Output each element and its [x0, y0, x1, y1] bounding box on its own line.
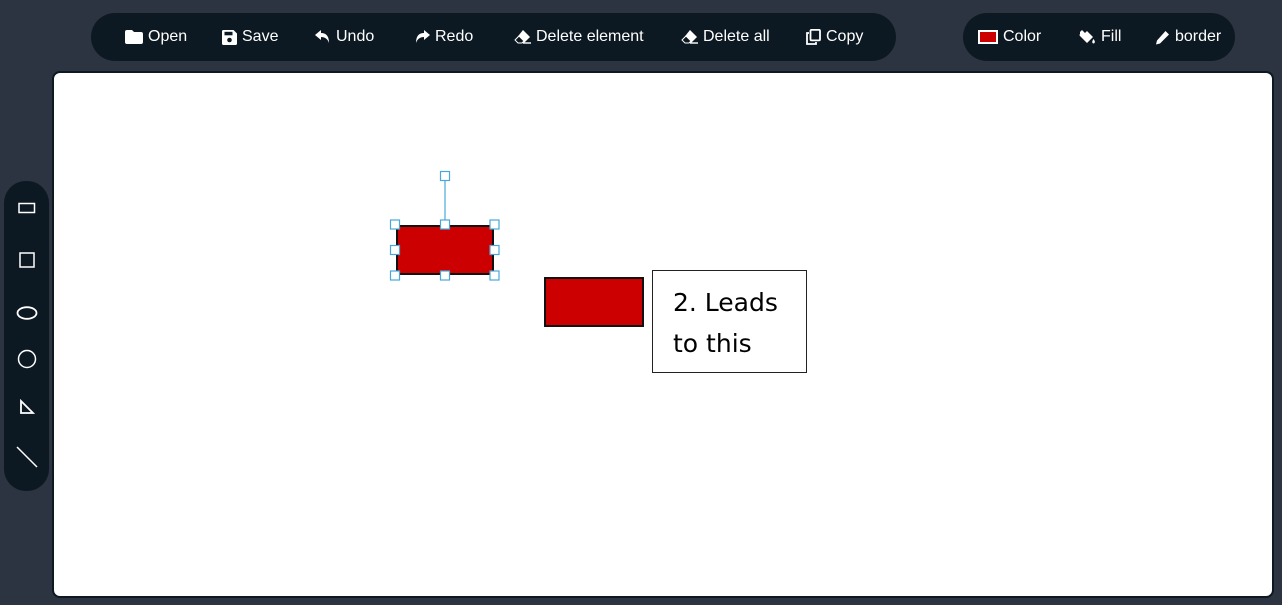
color-button-label: Color [1003, 28, 1042, 45]
redo-button[interactable]: Redo [414, 29, 473, 45]
folder-icon [125, 30, 143, 44]
border-button[interactable]: border [1155, 29, 1221, 45]
copy-button-label: Copy [826, 28, 864, 45]
ellipse-icon [16, 305, 38, 325]
redo-button-label: Redo [435, 28, 474, 45]
style-toolbar: Color Fill border [963, 13, 1235, 61]
open-button-label: Open [148, 28, 188, 45]
square-icon [18, 251, 35, 273]
copy-icon [806, 29, 821, 45]
shape-palette [4, 181, 49, 491]
pencil-icon [1155, 30, 1170, 45]
eraser-icon [514, 30, 531, 44]
undo-button-label: Undo [336, 28, 375, 45]
square-tool[interactable] [4, 244, 49, 280]
delete-element-button[interactable]: Delete element [514, 29, 644, 45]
save-button-label: Save [242, 28, 279, 45]
circle-tool[interactable] [4, 343, 49, 379]
line-icon [15, 445, 39, 474]
undo-button[interactable]: Undo [315, 29, 374, 45]
rectangle-tool[interactable] [4, 192, 49, 228]
delete-element-label: Delete element [536, 28, 644, 45]
color-swatch [978, 30, 998, 44]
delete-all-label: Delete all [703, 28, 770, 45]
undo-arrow-icon [315, 30, 331, 44]
copy-button[interactable]: Copy [806, 29, 863, 45]
border-button-label: border [1175, 28, 1222, 45]
redo-arrow-icon [414, 30, 430, 44]
fill-button[interactable]: Fill [1078, 29, 1121, 45]
ellipse-tool[interactable] [4, 297, 49, 333]
right-triangle-icon [19, 398, 35, 420]
open-button[interactable]: Open [125, 29, 187, 45]
fill-button-label: Fill [1101, 28, 1122, 45]
duplicated-rectangle-shape[interactable] [544, 277, 644, 327]
triangle-tool[interactable] [4, 391, 49, 427]
annotation-callout: 2. Leads to this [652, 270, 807, 373]
line-tool[interactable] [4, 441, 49, 477]
circle-icon [17, 349, 37, 374]
selected-rectangle-shape[interactable] [396, 225, 494, 275]
delete-all-button[interactable]: Delete all [681, 29, 770, 45]
paint-bucket-icon [1078, 29, 1096, 45]
eraser-icon [681, 30, 698, 44]
rectangle-icon [17, 201, 36, 219]
save-button[interactable]: Save [222, 29, 278, 45]
main-toolbar: Open Save Undo Redo Delete element Delet… [91, 13, 896, 61]
floppy-disk-icon [222, 29, 237, 45]
color-button[interactable]: Color [978, 29, 1041, 45]
